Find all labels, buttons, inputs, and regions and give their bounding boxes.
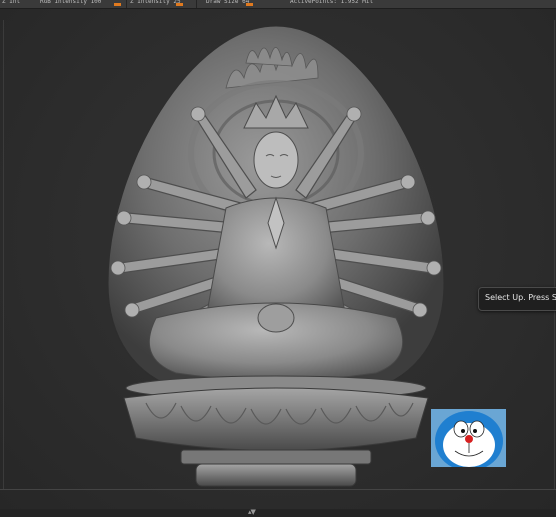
bottom-toolbar bbox=[0, 509, 556, 517]
viewport-bottom-edge bbox=[0, 489, 556, 490]
top-toolbar: Z Int RGB Intensity 100 Z Intensity 25 D… bbox=[0, 0, 556, 9]
doraemon-icon bbox=[431, 409, 506, 467]
doraemon-thumbnail[interactable] bbox=[431, 409, 506, 467]
draw-size-slider-handle[interactable] bbox=[246, 3, 253, 6]
toolbar-item-rgb-intensity[interactable]: RGB Intensity 100 bbox=[40, 0, 101, 8]
toolbar-item-z-intensity[interactable]: Z Intensity 25 bbox=[130, 0, 181, 8]
toolbar-item-draw-size[interactable]: Draw Size 64 bbox=[206, 0, 249, 8]
buddha-relief-sculpt[interactable] bbox=[96, 18, 456, 503]
toolbar-divider bbox=[126, 0, 127, 8]
rgb-intensity-slider-handle[interactable] bbox=[114, 3, 121, 6]
toolbar-active-points: ActivePoints: 1.952 Mil bbox=[290, 0, 374, 5]
toolbar-item-zint[interactable]: Z Int bbox=[2, 0, 20, 8]
shelf-toggle-arrows[interactable]: ▴▼ bbox=[248, 508, 256, 516]
select-up-tooltip: Select Up. Press Sh bbox=[478, 287, 556, 311]
z-intensity-slider-handle[interactable] bbox=[176, 3, 183, 6]
toolbar-divider bbox=[196, 0, 197, 8]
tooltip-text: Select Up. Press Sh bbox=[485, 293, 556, 302]
